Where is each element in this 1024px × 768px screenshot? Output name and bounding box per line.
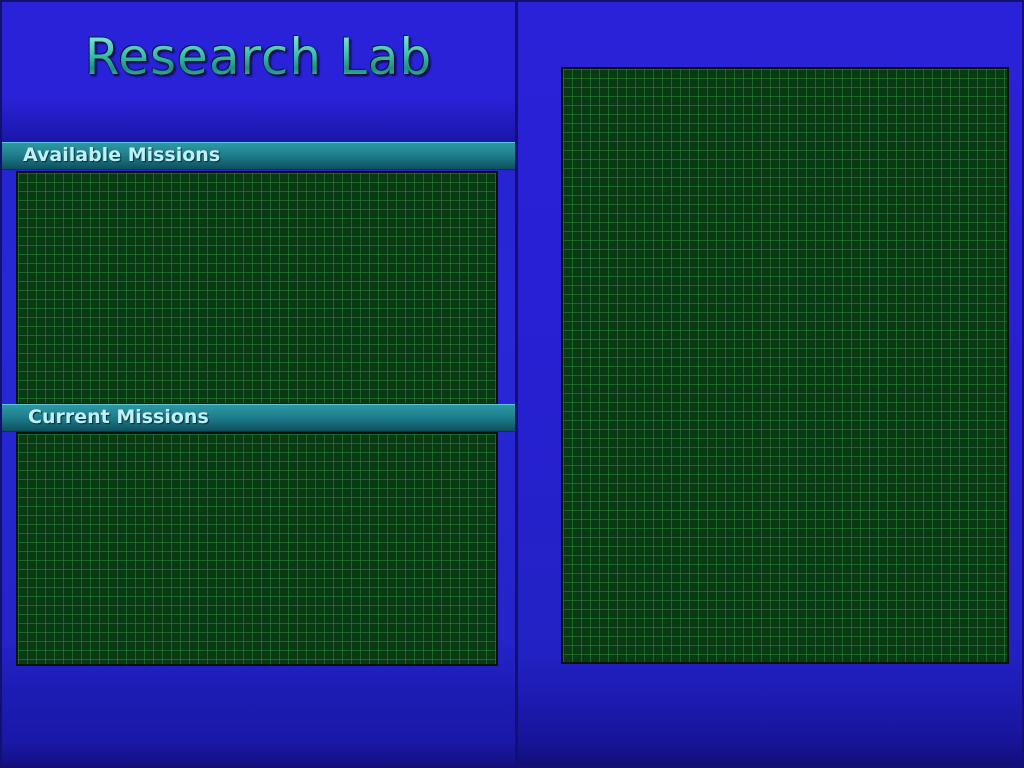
available-missions-header: Available Missions [2, 142, 515, 170]
mission-detail-view[interactable] [561, 67, 1009, 664]
current-missions-label: Current Missions [28, 406, 209, 428]
available-missions-label: Available Missions [23, 144, 221, 166]
page-title: Research Lab [0, 28, 517, 86]
current-missions-list[interactable] [16, 432, 498, 666]
research-lab-screen: Research Lab Available Missions Current … [0, 0, 1024, 768]
current-missions-header: Current Missions [2, 404, 515, 432]
available-missions-list[interactable] [16, 171, 498, 405]
